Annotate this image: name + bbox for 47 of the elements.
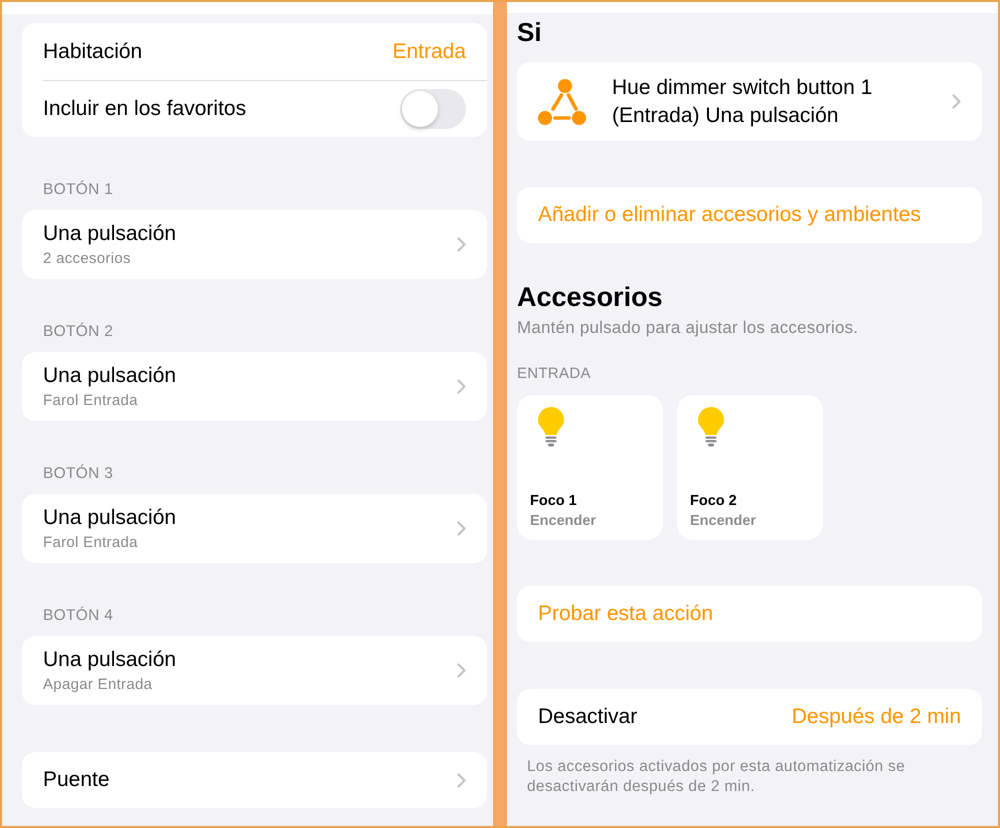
action-list-item[interactable]: Una pulsación 2 accesorios <box>22 210 487 279</box>
item-subtitle: 2 accesorios <box>43 250 132 268</box>
section-subtitle: Mantén pulsado para ajustar los accesorios. <box>517 318 860 338</box>
chevron-icon <box>457 237 466 252</box>
setting-label: Incluir en los favoritos <box>43 96 246 122</box>
chevron-icon <box>457 663 466 678</box>
setting-label: Habitación <box>43 38 142 64</box>
item-title: Una pulsación <box>43 222 176 246</box>
action-list-item[interactable]: Una pulsación Farol Entrada <box>22 494 487 563</box>
room-header: ENTRADA <box>517 365 592 383</box>
section-header: BOTÓN 3 <box>42 464 114 484</box>
item-title: Una pulsación <box>43 648 176 672</box>
trigger-text: Hue dimmer switch button 1 (Entrada) Una pulsación <box>612 74 874 128</box>
section-header: BOTÓN 4 <box>42 606 114 626</box>
section-title: Accesorios <box>517 281 664 313</box>
accessory-tile[interactable]: Foco 1 Encender <box>517 395 663 540</box>
setting-value: Después de 2 min <box>792 704 961 730</box>
item-subtitle: Farol Entrada <box>43 534 139 552</box>
favorites-toggle[interactable] <box>400 89 466 129</box>
setting-label: Desactivar <box>538 704 638 730</box>
chevron-icon <box>457 521 466 536</box>
lightbulb-icon <box>537 407 565 449</box>
deactivate-row[interactable]: Desactivar Después de 2 min <box>517 689 982 745</box>
tile-status: Encender <box>530 512 596 531</box>
accessory-tile[interactable]: Foco 2 Encender <box>677 395 823 540</box>
tile-name: Foco 1 <box>530 492 577 511</box>
section-header: BOTÓN 2 <box>42 322 114 342</box>
chevron-icon <box>952 94 961 109</box>
action-list-item[interactable]: Una pulsación Farol Entrada <box>22 352 487 421</box>
action-list-item[interactable]: Una pulsación Apagar Entrada <box>22 636 487 705</box>
chevron-icon <box>457 379 466 394</box>
item-title: Una pulsación <box>43 506 176 530</box>
chevron-icon <box>457 772 466 788</box>
bridge-list-item[interactable]: Puente <box>22 752 487 808</box>
section-title: Si <box>517 17 543 47</box>
setting-value: Entrada <box>392 38 466 64</box>
tile-name: Foco 2 <box>690 492 737 511</box>
item-title: Una pulsación <box>43 364 176 388</box>
trigger-list-item[interactable]: Hue dimmer switch button 1 (Entrada) Una pulsación <box>517 62 982 141</box>
item-title: Puente <box>43 768 110 792</box>
tile-status: Encender <box>690 512 756 531</box>
item-subtitle: Farol Entrada <box>43 392 139 410</box>
item-subtitle: Apagar Entrada <box>43 676 154 694</box>
lightbulb-icon <box>697 407 725 449</box>
connected-nodes-icon <box>538 78 586 124</box>
footnote-text: Los accesorios activados por esta automatización se desactivarán después de 2 min. <box>526 757 906 797</box>
section-header: BOTÓN 1 <box>42 180 114 200</box>
